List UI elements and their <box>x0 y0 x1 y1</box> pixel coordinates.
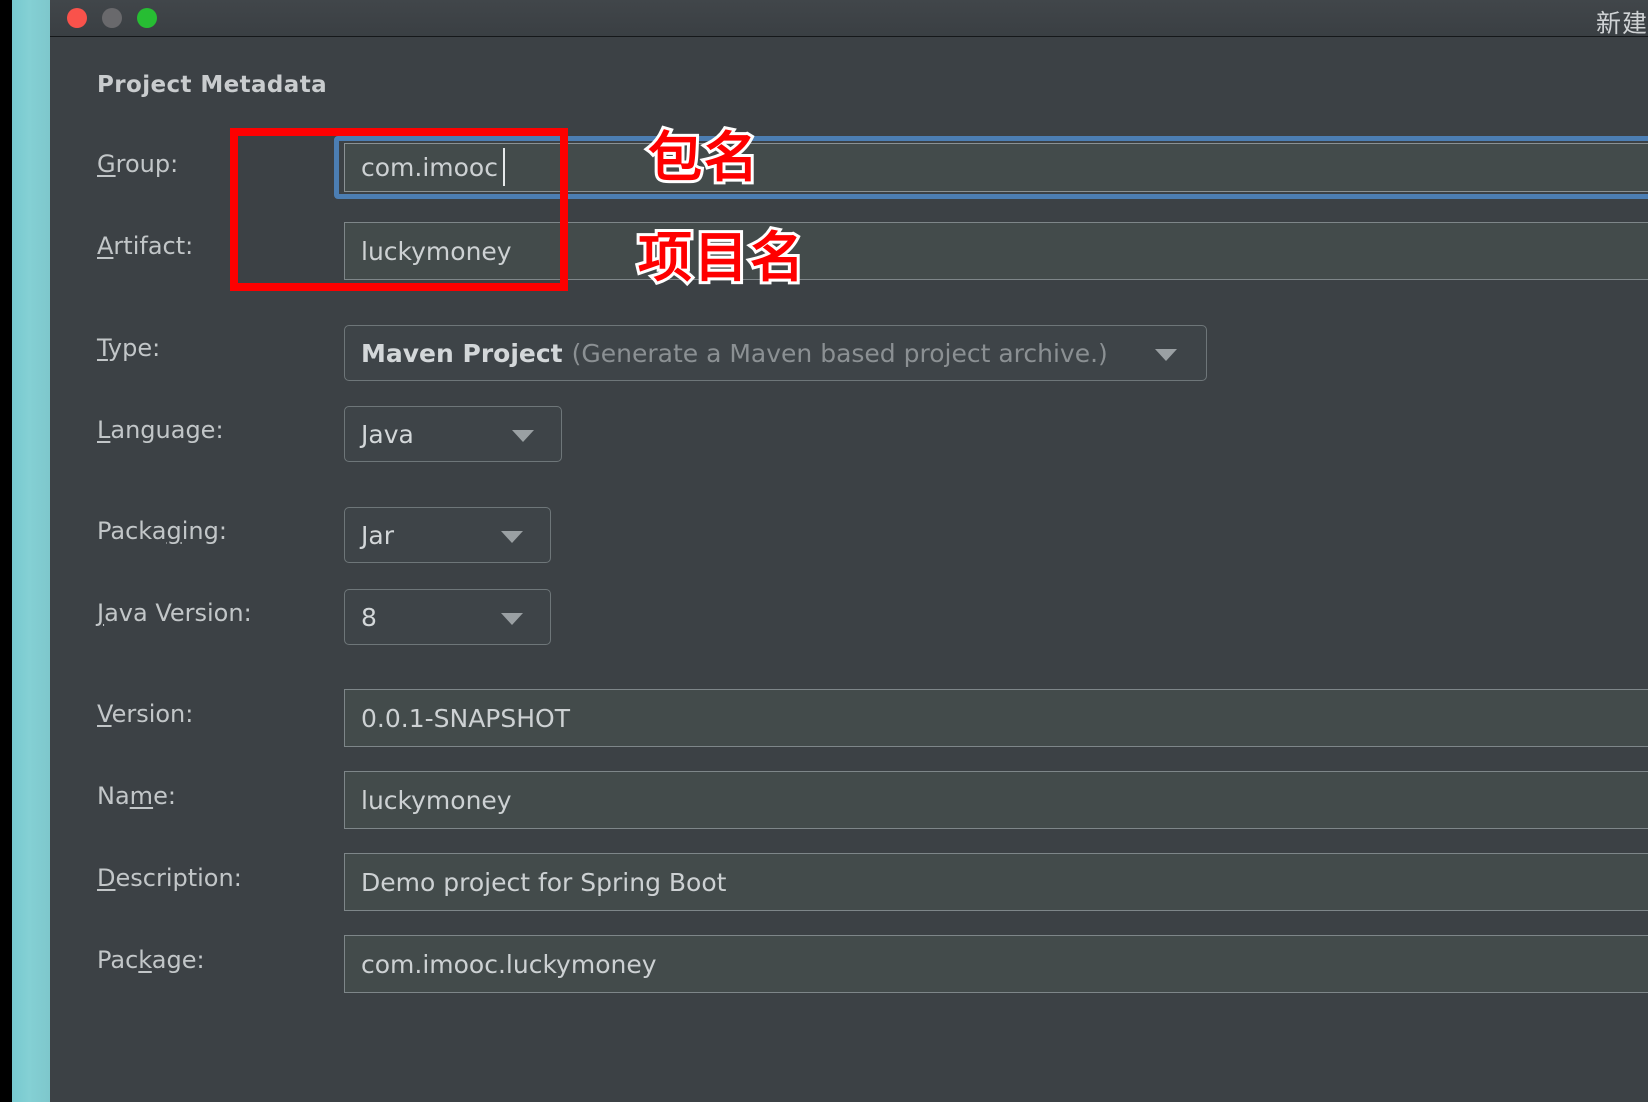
group-label: Group: <box>97 150 178 178</box>
version-input-value: 0.0.1-SNAPSHOT <box>361 703 570 733</box>
packaging-label-a: Packa <box>97 517 167 545</box>
chevron-down-icon[interactable] <box>501 613 523 625</box>
language-value: Java <box>361 419 414 449</box>
package-input[interactable]: com.imooc.luckymoney <box>344 935 1648 993</box>
screen-root: 新建 Project Metadata Group: com.imooc Art… <box>0 0 1648 1102</box>
type-hint: (Generate a Maven based project archive.… <box>571 338 1108 368</box>
package-label-c: age: <box>151 946 205 974</box>
maximize-window-button[interactable] <box>137 8 157 28</box>
version-label-rest: ersion: <box>111 700 194 728</box>
chevron-down-icon[interactable] <box>512 430 534 442</box>
new-project-dialog: 新建 Project Metadata Group: com.imooc Art… <box>50 0 1648 1102</box>
description-input[interactable]: Demo project for Spring Boot <box>344 853 1648 911</box>
name-mnemonic: m <box>129 782 154 810</box>
language-label-rest: anguage: <box>110 416 224 444</box>
desktop-teal-strip <box>12 0 50 1102</box>
type-value: Maven Project <box>361 338 563 368</box>
type-label: Type: <box>97 334 160 362</box>
version-mnemonic: V <box>97 700 112 728</box>
version-label: Version: <box>97 700 193 728</box>
artifact-mnemonic: A <box>97 232 114 260</box>
language-combobox[interactable]: Java <box>344 406 562 462</box>
packaging-mnemonic: g <box>166 517 182 545</box>
description-label: Description: <box>97 864 242 892</box>
packaging-label-c: ing: <box>181 517 227 545</box>
artifact-label: Artifact: <box>97 232 193 260</box>
page-title: Project Metadata <box>97 72 328 98</box>
version-input[interactable]: 0.0.1-SNAPSHOT <box>344 689 1648 747</box>
group-label-rest: roup: <box>115 150 179 178</box>
name-label-c: e: <box>153 782 176 810</box>
annotation-highlight-box <box>230 128 568 291</box>
annotation-package-name: 包名 <box>645 123 761 192</box>
java-version-label-rest: ava Version: <box>104 599 252 627</box>
chevron-down-icon[interactable] <box>1155 349 1177 361</box>
package-mnemonic: k <box>138 946 152 974</box>
window-title: 新建 <box>1595 9 1648 38</box>
packaging-value: Jar <box>361 520 394 550</box>
type-combobox[interactable]: Maven Project (Generate a Maven based pr… <box>344 325 1207 381</box>
chevron-down-icon[interactable] <box>501 531 523 543</box>
type-label-rest: ype: <box>107 334 161 362</box>
packaging-label: Packaging: <box>97 517 227 545</box>
name-input[interactable]: luckymoney <box>344 771 1648 829</box>
close-window-button[interactable] <box>67 8 87 28</box>
group-mnemonic: G <box>97 150 116 178</box>
package-input-value: com.imooc.luckymoney <box>361 949 657 979</box>
packaging-combobox[interactable]: Jar <box>344 507 551 563</box>
window-titlebar: 新建 <box>50 0 1648 38</box>
java-version-label: Java Version: <box>97 599 252 627</box>
description-label-rest: escription: <box>115 864 242 892</box>
name-label-a: Na <box>97 782 130 810</box>
java-version-combobox[interactable]: 8 <box>344 589 551 645</box>
minimize-window-button[interactable] <box>102 8 122 28</box>
language-label: Language: <box>97 416 224 444</box>
description-mnemonic: D <box>97 864 116 892</box>
annotation-project-name: 项目名 <box>635 223 807 292</box>
name-label: Name: <box>97 782 176 810</box>
artifact-label-rest: rtifact: <box>113 232 194 260</box>
package-label-a: Pac <box>97 946 139 974</box>
name-input-value: luckymoney <box>361 785 512 815</box>
type-mnemonic: T <box>97 334 108 362</box>
package-label: Package: <box>97 946 205 974</box>
description-input-value: Demo project for Spring Boot <box>361 867 727 897</box>
java-version-value: 8 <box>361 602 377 632</box>
language-mnemonic: L <box>97 416 111 444</box>
